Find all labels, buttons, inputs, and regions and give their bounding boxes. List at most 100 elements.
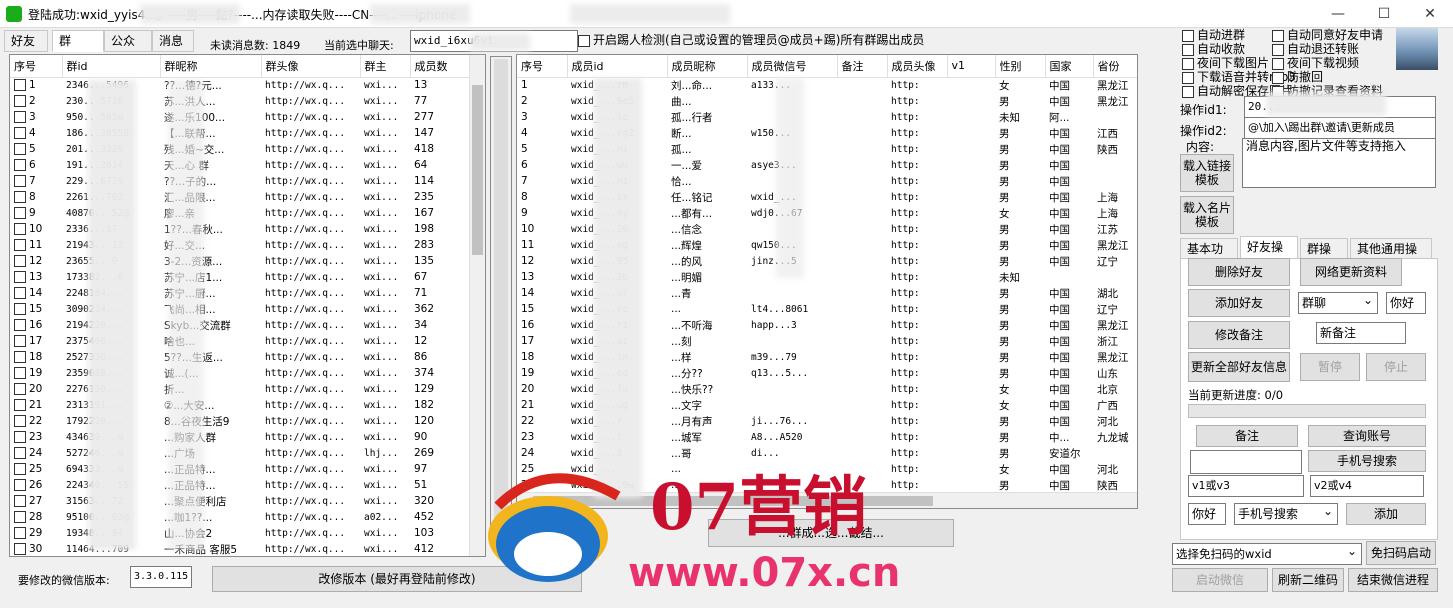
delete-friend-button[interactable]: 删除好友: [1188, 258, 1290, 286]
close-button[interactable]: ✕: [1407, 0, 1453, 28]
tab-friend-ops[interactable]: 好友操作: [1240, 236, 1298, 274]
group-row[interactable]: 142248184...苏宁...厨...http://wx.q...wxi..…: [10, 285, 470, 301]
group-row-index[interactable]: 3: [10, 109, 62, 125]
row-checkbox[interactable]: [14, 223, 26, 235]
qr-wxid-select[interactable]: 选择免扫码的wxid: [1172, 541, 1362, 565]
row-checkbox[interactable]: [14, 255, 26, 267]
tab-messages[interactable]: 消息: [152, 30, 194, 52]
group-row[interactable]: 2731563...72...聚点便利店http://wx.q...wxi...…: [10, 493, 470, 509]
group-row-index[interactable]: 23: [10, 429, 62, 445]
group-row[interactable]: 12346...5496??...德?元...http://wx.q...wxi…: [10, 77, 470, 93]
group-row-index[interactable]: 22: [10, 413, 62, 429]
group-row-index[interactable]: 16: [10, 317, 62, 333]
group-col-header[interactable]: 群昵称: [160, 55, 262, 78]
group-row[interactable]: 2919348...94山...协会2http://wx.q...wxi...1…: [10, 525, 470, 541]
update-all-friends-button[interactable]: 更新全部好友信息: [1188, 352, 1290, 382]
tab-groups[interactable]: 群: [52, 30, 104, 52]
group-row[interactable]: 2230...5716苏...洪人...http://wx.q...wxi...…: [10, 93, 470, 109]
tab-official-accounts[interactable]: 公众号: [104, 30, 152, 68]
group-table-scrollbar[interactable]: [469, 55, 485, 556]
group-row[interactable]: 25694333...@...正品特...http://wx.q...wxi..…: [10, 461, 470, 477]
group-row-index[interactable]: 4: [10, 125, 62, 141]
group-row[interactable]: 221792220...8...谷夜生活9http://wx.q...wxi..…: [10, 413, 470, 429]
v2-v4-input[interactable]: v2或v4: [1310, 475, 1424, 497]
row-checkbox[interactable]: [14, 271, 26, 283]
group-row[interactable]: 1121943...12好...交...http://wx.q...wxi...…: [10, 237, 470, 253]
network-update-button[interactable]: 网络更新资料: [1300, 258, 1402, 286]
row-checkbox[interactable]: [14, 127, 26, 139]
group-row-index[interactable]: 28: [10, 509, 62, 525]
member-col-header[interactable]: 省份: [1093, 55, 1137, 78]
group-row-index[interactable]: 14: [10, 285, 62, 301]
op-id2-field[interactable]: @\加入\踢出群\邀请\更新成员: [1244, 117, 1436, 139]
row-checkbox[interactable]: [14, 303, 26, 315]
group-row[interactable]: 23434639...@...购家人群http://wx.q...wxi...9…: [10, 429, 470, 445]
group-row-index[interactable]: 21: [10, 397, 62, 413]
group-row-index[interactable]: 20: [10, 381, 62, 397]
modify-version-button[interactable]: 改修版本 (最好再登陆前修改): [212, 566, 582, 592]
group-row-index[interactable]: 6: [10, 157, 62, 173]
tab-basic[interactable]: 基本功能: [1180, 238, 1238, 276]
row-checkbox[interactable]: [14, 319, 26, 331]
group-row-index[interactable]: 29: [10, 525, 62, 541]
group-row-index[interactable]: 26: [10, 477, 62, 493]
v1-v3-input[interactable]: v1或v3: [1188, 475, 1304, 497]
query-account-button[interactable]: 查询账号: [1308, 425, 1426, 447]
group-row[interactable]: 3011464...709一禾商品 客服5http://wx.q...wxi..…: [10, 541, 470, 556]
hscroll-thumb[interactable]: [533, 496, 933, 506]
kick-detect-checkbox[interactable]: 开启踢人检测(自己或设置的管理员@成员+踢)所有群踢出成员: [578, 31, 924, 48]
row-checkbox[interactable]: [14, 191, 26, 203]
group-row[interactable]: 1223655...93-2...资源...http://wx.q...wxi.…: [10, 253, 470, 269]
member-col-header[interactable]: 成员微信号: [747, 55, 838, 78]
qr-start-button[interactable]: 免扫码启动: [1366, 541, 1436, 565]
content-field[interactable]: 消息内容,图片文件等支持拖入: [1242, 138, 1436, 188]
add-friend-button[interactable]: 添加好友: [1188, 289, 1290, 317]
tab-other-ops[interactable]: 其他通用操作: [1350, 238, 1432, 276]
group-row[interactable]: 4186...20550【...联帮...http://wx.q...wxi..…: [10, 125, 470, 141]
checkbox-box[interactable]: [578, 34, 590, 47]
group-row-index[interactable]: 10: [10, 221, 62, 237]
row-checkbox[interactable]: [14, 335, 26, 347]
group-row[interactable]: 7229...6779??...子的...http://wx.q...wxi..…: [10, 173, 470, 189]
hello-message-input[interactable]: 你好: [1386, 292, 1426, 314]
phone-search-button[interactable]: 手机号搜索: [1308, 450, 1426, 472]
group-row-index[interactable]: 2: [10, 93, 62, 109]
row-checkbox[interactable]: [14, 479, 26, 491]
maximize-button[interactable]: ☐: [1361, 0, 1407, 28]
row-checkbox[interactable]: [14, 399, 26, 411]
row-checkbox[interactable]: [14, 239, 26, 251]
group-row[interactable]: 5201...3329残...婚~交...http://wx.q...wxi..…: [10, 141, 470, 157]
member-col-header[interactable]: 备注: [837, 55, 888, 78]
group-row-index[interactable]: 15: [10, 301, 62, 317]
row-checkbox[interactable]: [14, 415, 26, 427]
group-row-index[interactable]: 13: [10, 269, 62, 285]
pause-button[interactable]: 暂停: [1300, 353, 1360, 381]
member-col-header[interactable]: 性别: [995, 55, 1046, 78]
group-row-index[interactable]: 9: [10, 205, 62, 221]
group-row[interactable]: 24527246...@...广场http://wx.q...lhj...269: [10, 445, 470, 461]
group-row[interactable]: 13173382...6苏宁...店1...http://wx.q...wxi.…: [10, 269, 470, 285]
row-checkbox[interactable]: [14, 447, 26, 459]
group-row-index[interactable]: 1: [10, 77, 62, 93]
group-col-header[interactable]: 群头像: [261, 55, 361, 78]
stop-button[interactable]: 停止: [1366, 353, 1426, 381]
group-row-index[interactable]: 18: [10, 349, 62, 365]
tab-friends[interactable]: 好友: [4, 30, 48, 52]
group-row[interactable]: 212313191...②...大安...http://wx.q...wxi..…: [10, 397, 470, 413]
scroll-thumb[interactable]: [472, 85, 483, 255]
group-row-index[interactable]: 27: [10, 493, 62, 509]
tab-group-ops[interactable]: 群操作: [1300, 238, 1348, 276]
group-col-header[interactable]: 成员数: [410, 55, 471, 78]
group-row-index[interactable]: 5: [10, 141, 62, 157]
phone-input[interactable]: [1190, 450, 1302, 474]
load-card-template-button[interactable]: 载入名片模板: [1180, 196, 1234, 234]
row-checkbox[interactable]: [14, 495, 26, 507]
phone-search-select[interactable]: 手机号搜索: [1234, 501, 1338, 525]
row-checkbox[interactable]: [14, 143, 26, 155]
row-checkbox[interactable]: [14, 79, 26, 92]
group-col-header[interactable]: 群主: [360, 55, 411, 78]
refresh-qr-button[interactable]: 刷新二维码: [1272, 568, 1344, 592]
group-row[interactable]: 82261...702汇...品限...http://wx.q...wxi...…: [10, 189, 470, 205]
start-wechat-button[interactable]: 启动微信: [1172, 568, 1268, 592]
group-row-index[interactable]: 25: [10, 461, 62, 477]
